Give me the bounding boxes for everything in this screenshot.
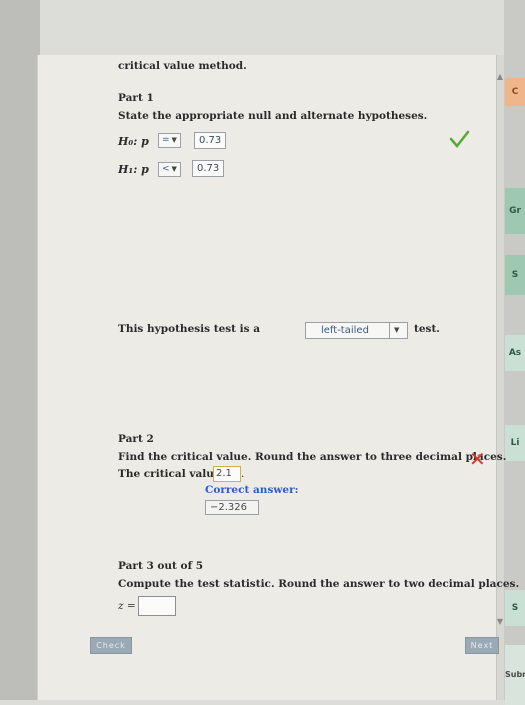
z-input[interactable]: [138, 596, 176, 616]
chevron-down-icon: ▼: [171, 165, 177, 173]
part1-title: Part 1: [118, 92, 154, 104]
part3-instruction: Compute the test statistic. Round the an…: [118, 578, 520, 590]
period-text: .: [241, 468, 245, 480]
h0-value-field[interactable]: 0.73: [194, 132, 226, 149]
vertical-scrollbar[interactable]: [496, 55, 504, 700]
scroll-down-arrow-icon[interactable]: ▼: [496, 615, 504, 629]
h1-operator-value: <: [162, 164, 170, 174]
next-button[interactable]: Next: [465, 637, 499, 654]
part2-instruction: Find the critical value. Round the answe…: [118, 451, 507, 463]
h1-label: H₁: p: [118, 163, 149, 176]
h1-operator-select[interactable]: < ▼: [158, 162, 181, 177]
test-type-dropdown[interactable]: left-tailed ▼: [305, 322, 408, 339]
side-tab-s[interactable]: S: [505, 255, 525, 295]
side-tab-s2[interactable]: S: [505, 590, 525, 626]
critical-value-input[interactable]: 2.1: [213, 466, 241, 482]
side-tab-li[interactable]: Li: [505, 425, 525, 461]
question-panel: [38, 55, 496, 700]
scroll-up-arrow-icon[interactable]: ▲: [496, 70, 504, 84]
part2-title: Part 2: [118, 433, 154, 445]
h0-label: H₀: p: [118, 135, 149, 148]
part3-title: Part 3 out of 5: [118, 560, 204, 572]
left-margin: [0, 0, 40, 700]
test-prefix-text: This hypothesis test is a: [118, 323, 261, 335]
submit-tab[interactable]: Subm: [505, 645, 525, 705]
side-tab-gr[interactable]: Gr: [505, 188, 525, 234]
check-icon: [449, 130, 470, 148]
part1-instruction: State the appropriate null and alternate…: [118, 110, 428, 122]
correct-answer-value: −2.326: [205, 500, 259, 515]
incorrect-x-icon: ✕: [469, 447, 486, 471]
check-button[interactable]: Check: [90, 637, 132, 654]
z-label: z =: [118, 600, 136, 612]
dropdown-divider: [389, 323, 390, 338]
chevron-down-icon: ▼: [394, 326, 400, 334]
h1-value-field[interactable]: 0.73: [192, 160, 224, 177]
side-tab-c[interactable]: C: [505, 78, 525, 106]
h0-operator-value: =: [162, 135, 170, 145]
correct-answer-label: Correct answer:: [205, 484, 299, 496]
h0-operator-select[interactable]: = ▼: [158, 133, 181, 148]
test-suffix-text: test.: [414, 323, 440, 335]
side-tab-as[interactable]: As: [505, 335, 525, 371]
test-type-value: left-tailed: [321, 325, 369, 336]
chevron-down-icon: ▼: [171, 136, 177, 144]
intro-heading: critical value method.: [118, 60, 247, 72]
